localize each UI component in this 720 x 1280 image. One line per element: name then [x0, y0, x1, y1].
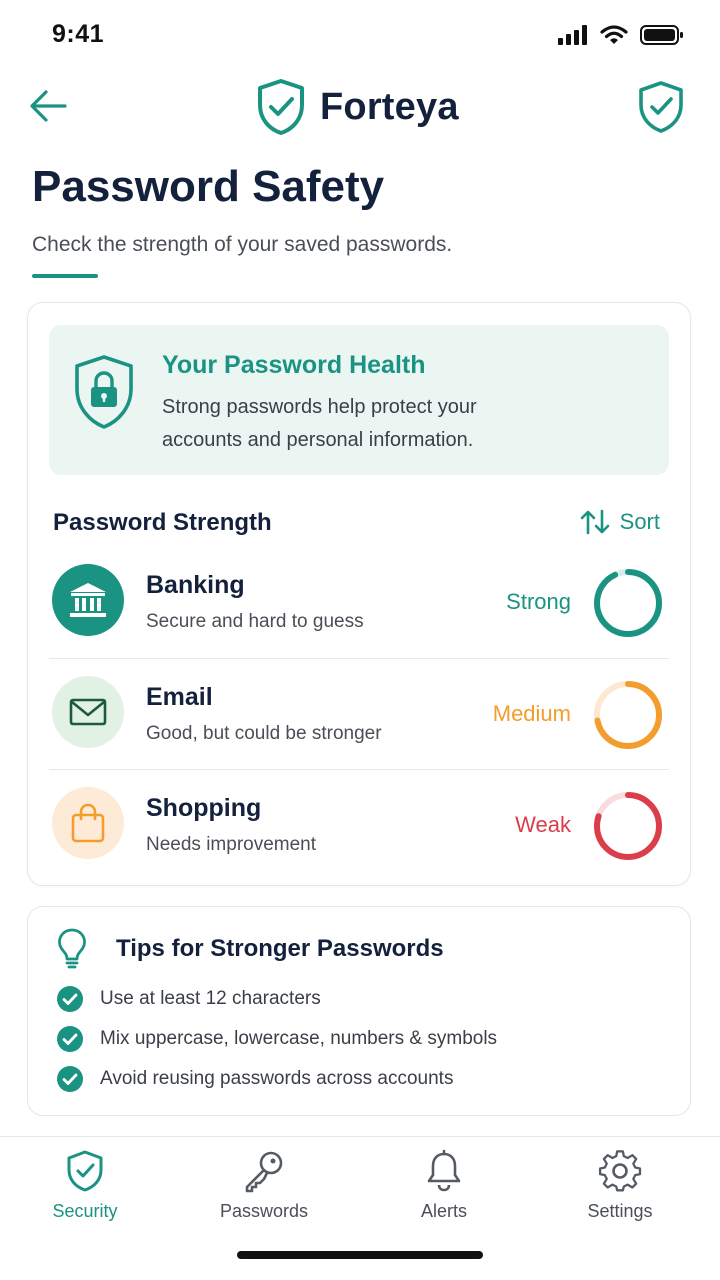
password-description: Good, but could be stronger	[146, 723, 382, 744]
battery-icon	[640, 25, 683, 45]
sort-label: Sort	[619, 509, 660, 534]
health-banner: Your Password Health Strong passwords he…	[49, 325, 669, 475]
brand-name: Forteya	[320, 85, 459, 128]
strength-level: Strong	[506, 589, 571, 614]
shield-check-icon	[67, 1150, 103, 1192]
mail-icon-badge	[52, 676, 124, 748]
tip-text: Mix uppercase, lowercase, numbers & symb…	[100, 1028, 498, 1049]
password-row-shopping[interactable]: Shopping Needs improvement Weak	[49, 769, 669, 879]
check-circle-icon	[57, 1026, 83, 1052]
strength-level: Medium	[492, 701, 571, 726]
nav-label: Settings	[587, 1201, 653, 1221]
wifi-icon	[600, 25, 628, 44]
page-subtitle: Check the strength of your saved passwor…	[32, 233, 453, 256]
tips-card: Tips for Stronger Passwords Use at least…	[27, 906, 691, 1116]
nav-security[interactable]: Security	[15, 1149, 155, 1229]
nav-label: Passwords	[219, 1201, 309, 1221]
nav-label: Security	[52, 1201, 118, 1221]
shopping-bag-icon-badge	[52, 787, 124, 859]
page-title: Password Safety	[32, 162, 385, 211]
lightbulb-icon	[58, 928, 86, 969]
tips-title: Tips for Stronger Passwords	[116, 935, 444, 962]
nav-settings[interactable]: Settings	[550, 1149, 690, 1229]
bell-icon	[427, 1149, 461, 1192]
gear-icon	[598, 1150, 642, 1192]
status-bar: 9:41	[0, 0, 720, 70]
strength-ring	[594, 569, 662, 637]
home-indicator	[237, 1251, 483, 1259]
password-name: Banking	[146, 571, 245, 599]
health-title: Your Password Health	[162, 351, 426, 379]
tip-item: Use at least 12 characters	[56, 985, 321, 1013]
bank-icon	[70, 583, 106, 617]
password-description: Needs improvement	[146, 834, 317, 855]
key-icon	[245, 1151, 283, 1193]
strength-level: Weak	[515, 812, 571, 837]
password-health-card: Your Password Health Strong passwords he…	[27, 302, 691, 886]
password-row-banking[interactable]: Banking Secure and hard to guess Strong	[49, 547, 669, 657]
tip-item: Avoid reusing passwords across accounts	[56, 1065, 453, 1093]
nav-label: Alerts	[420, 1201, 467, 1221]
brand: Forteya	[256, 74, 459, 140]
strength-ring	[594, 792, 662, 860]
nav-passwords[interactable]: Passwords	[194, 1149, 334, 1229]
password-name: Shopping	[146, 794, 262, 822]
tip-item: Mix uppercase, lowercase, numbers & symb…	[56, 1025, 497, 1053]
check-circle-icon	[57, 986, 83, 1012]
tip-text: Avoid reusing passwords across accounts	[100, 1068, 454, 1089]
title-underline	[32, 274, 98, 278]
sort-arrows-icon	[580, 509, 609, 535]
shield-lock-icon	[75, 355, 133, 429]
strength-ring	[594, 681, 662, 749]
mail-icon	[69, 698, 107, 726]
health-text: Strong passwords help protect your accou…	[162, 396, 477, 451]
security-status-button[interactable]	[636, 80, 686, 134]
sort-button[interactable]: Sort	[580, 509, 660, 535]
shopping-bag-icon	[71, 803, 105, 843]
signal-icon	[558, 25, 587, 45]
password-row-email[interactable]: Email Good, but could be stronger Medium	[49, 658, 669, 768]
back-button[interactable]	[26, 84, 70, 128]
status-icons	[558, 24, 684, 46]
bank-icon-badge	[52, 564, 124, 636]
app-header: Forteya	[0, 74, 720, 140]
password-description: Secure and hard to guess	[146, 611, 364, 632]
status-time: 9:41	[52, 20, 105, 48]
arrow-left-icon	[30, 90, 67, 122]
nav-alerts[interactable]: Alerts	[374, 1149, 514, 1229]
password-strength-heading: Password Strength	[53, 509, 272, 536]
check-circle-icon	[57, 1066, 83, 1092]
shield-check-icon	[639, 81, 683, 133]
tip-text: Use at least 12 characters	[100, 988, 321, 1009]
password-name: Email	[146, 683, 213, 711]
brand-shield-icon	[258, 79, 304, 135]
